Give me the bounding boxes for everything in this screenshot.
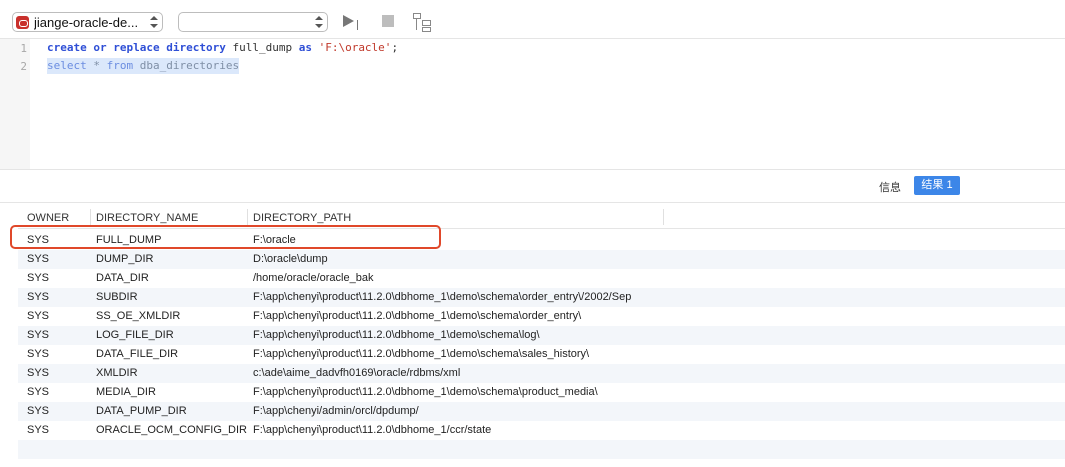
cell-directory-path[interactable]: F:\app\chenyi/admin/orcl/dpdump/ — [253, 404, 419, 419]
cell-owner[interactable]: SYS — [27, 252, 49, 267]
cell-directory-name[interactable]: LOG_FILE_DIR — [96, 328, 174, 343]
cell-directory-name[interactable]: XMLDIR — [96, 366, 138, 381]
cell-owner[interactable]: SYS — [27, 347, 49, 362]
table-row[interactable]: SYS DUMP_DIR D:\oracle\dump — [18, 250, 1065, 269]
cell-directory-path[interactable]: F:\app\chenyi\product\11.2.0\dbhome_1\de… — [253, 290, 631, 305]
table-row[interactable]: SYS LOG_FILE_DIR F:\app\chenyi\product\11.… — [18, 326, 1065, 345]
table-row-empty — [18, 440, 1065, 459]
column-divider[interactable] — [663, 209, 664, 225]
line-number: 2 — [20, 60, 27, 73]
cell-directory-name[interactable]: ORACLE_OCM_CONFIG_DIR — [96, 423, 247, 438]
cell-directory-path[interactable]: D:\oracle\dump — [253, 252, 328, 267]
toolbar: jiange-oracle-de... — [0, 0, 1065, 40]
cell-directory-name[interactable]: SUBDIR — [96, 290, 138, 305]
column-header-directory-path[interactable]: DIRECTORY_PATH — [253, 210, 351, 226]
cell-directory-name[interactable]: SS_OE_XMLDIR — [96, 309, 180, 324]
cell-directory-path[interactable]: F:\app\chenyi\product\11.2.0\dbhome_1/cc… — [253, 423, 491, 438]
sql-editor[interactable]: 1 2 create or replace directory full_dum… — [0, 38, 1065, 170]
table-row[interactable]: SYS MEDIA_DIR F:\app\chenyi\product\11.2.0… — [18, 383, 1065, 402]
table-row[interactable]: SYS ORACLE_OCM_CONFIG_DIR F:\app\chenyi\pr… — [18, 421, 1065, 440]
cell-directory-name[interactable]: DATA_PUMP_DIR — [96, 404, 187, 419]
chevron-updown-icon — [150, 16, 158, 28]
cell-owner[interactable]: SYS — [27, 404, 49, 419]
table-row[interactable]: SYS DATA_PUMP_DIR F:\app\chenyi/admin/orcl… — [18, 402, 1065, 421]
cell-owner[interactable]: SYS — [27, 290, 49, 305]
column-header-directory-name[interactable]: DIRECTORY_NAME — [96, 210, 198, 226]
cell-directory-name[interactable]: DATA_DIR — [96, 271, 149, 286]
column-divider[interactable] — [90, 209, 91, 225]
cell-directory-path[interactable]: /home/oracle/oracle_bak — [253, 271, 373, 286]
table-row[interactable]: SYS SS_OE_XMLDIR F:\app\chenyi\product\11.… — [18, 307, 1065, 326]
cell-directory-name[interactable]: DATA_FILE_DIR — [96, 347, 178, 362]
cell-owner[interactable]: SYS — [27, 385, 49, 400]
cell-owner[interactable]: SYS — [27, 309, 49, 324]
table-row[interactable]: SYS SUBDIR F:\app\chenyi\product\11.2.0\db… — [18, 288, 1065, 307]
code-line-2: select * from dba_directories — [47, 58, 240, 74]
connection-select[interactable]: jiange-oracle-de... — [12, 12, 163, 32]
column-header-owner[interactable]: OWNER — [27, 210, 69, 226]
cell-owner[interactable]: SYS — [27, 328, 49, 343]
cell-directory-name[interactable]: MEDIA_DIR — [96, 385, 156, 400]
table-row[interactable]: SYS DATA_FILE_DIR F:\app\chenyi\product\11… — [18, 345, 1065, 364]
cell-directory-path[interactable]: F:\app\chenyi\product\11.2.0\dbhome_1\de… — [253, 385, 598, 400]
connection-label: jiange-oracle-de... — [34, 14, 139, 30]
cell-owner[interactable]: SYS — [27, 271, 49, 286]
cell-directory-name[interactable]: DUMP_DIR — [96, 252, 153, 267]
tab-info[interactable]: 信息 — [879, 179, 901, 195]
table-row[interactable]: SYS XMLDIR c:\ade\aime_dadvfh0169\oracle/r… — [18, 364, 1065, 383]
line-number: 1 — [20, 42, 27, 55]
database-select[interactable] — [178, 12, 328, 32]
column-divider[interactable] — [247, 209, 248, 225]
tab-result-1[interactable]: 结果 1 — [914, 176, 960, 195]
result-tabs: 信息 结果 1 — [0, 169, 1065, 203]
run-icon[interactable] — [343, 15, 363, 31]
explain-icon[interactable] — [413, 12, 433, 32]
highlight-box — [10, 225, 441, 249]
line-gutter: 1 2 — [0, 39, 30, 170]
stop-icon[interactable] — [382, 15, 394, 27]
code-line-1: create or replace directory full_dump as… — [47, 41, 399, 54]
cell-directory-path[interactable]: F:\app\chenyi\product\11.2.0\dbhome_1\de… — [253, 328, 540, 343]
cell-owner[interactable]: SYS — [27, 366, 49, 381]
cell-directory-path[interactable]: F:\app\chenyi\product\11.2.0\dbhome_1\de… — [253, 347, 589, 362]
cell-owner[interactable]: SYS — [27, 423, 49, 438]
cell-directory-path[interactable]: F:\app\chenyi\product\11.2.0\dbhome_1\de… — [253, 309, 581, 324]
cell-directory-path[interactable]: c:\ade\aime_dadvfh0169\oracle/rdbms/xml — [253, 366, 460, 381]
database-icon — [16, 15, 29, 29]
table-row[interactable]: SYS DATA_DIR/home/oracle/oracle_bak — [18, 269, 1065, 288]
chevron-updown-icon — [315, 16, 323, 28]
